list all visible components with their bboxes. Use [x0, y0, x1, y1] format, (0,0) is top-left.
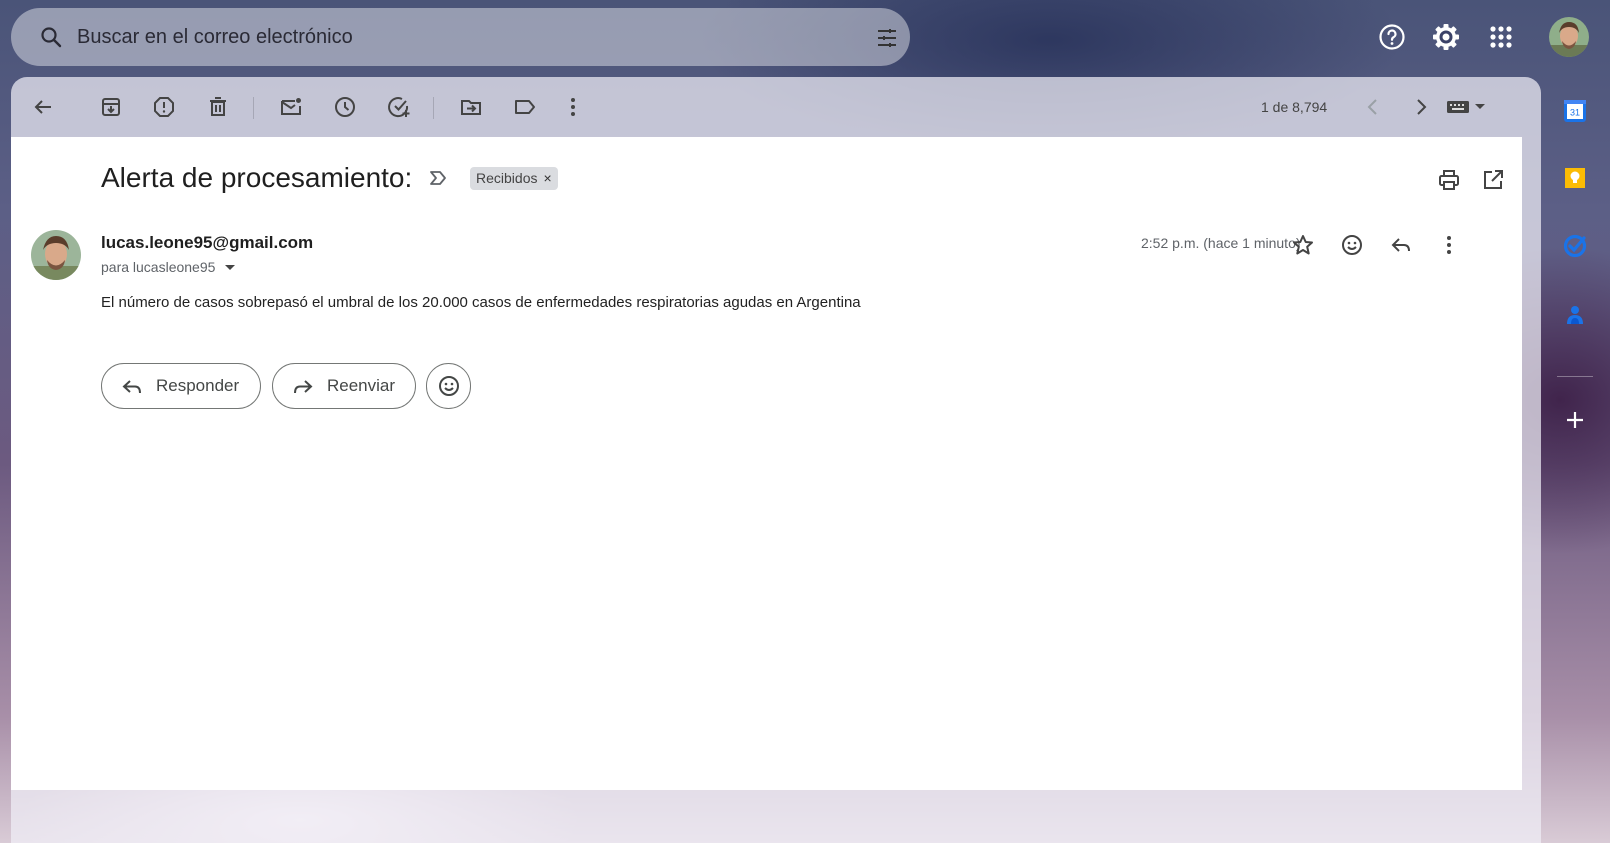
message-time: 2:52 p.m. (hace 1 minuto) [1141, 235, 1301, 251]
open-new-window-icon[interactable] [1481, 168, 1505, 192]
importance-marker-icon[interactable] [427, 167, 449, 189]
snooze-icon[interactable] [333, 95, 357, 119]
add-task-icon[interactable] [387, 95, 411, 119]
top-bar: Buscar en el correo electrónico [0, 0, 1610, 72]
search-input[interactable]: Buscar en el correo electrónico [77, 8, 353, 66]
account-avatar[interactable] [1549, 17, 1589, 57]
calendar-day: 31 [1570, 108, 1580, 118]
contacts-icon[interactable] [1562, 302, 1588, 328]
pager-count: 1 de 8,794 [1261, 99, 1328, 115]
mark-unread-icon[interactable] [279, 95, 303, 119]
dropdown-caret-icon[interactable] [225, 264, 236, 270]
move-to-icon[interactable] [459, 95, 483, 119]
mail-panel: 1 de 8,794 Alerta de procesamiento: Reci… [11, 77, 1541, 843]
reply-button-label: Responder [156, 376, 240, 395]
tasks-icon[interactable] [1562, 233, 1588, 259]
back-arrow-icon[interactable] [31, 95, 55, 119]
keyboard-icon[interactable] [1445, 95, 1493, 119]
settings-icon[interactable] [1431, 22, 1461, 52]
label-chip-text: Recibidos [476, 170, 538, 186]
emoji-icon [438, 376, 459, 396]
message-toolbar: 1 de 8,794 [11, 77, 1522, 137]
search-icon[interactable] [39, 25, 63, 49]
forward-icon [294, 380, 313, 394]
remove-label-button[interactable]: × [543, 167, 551, 190]
more-vert-icon[interactable] [1437, 233, 1461, 257]
chevron-right-icon[interactable] [1409, 95, 1433, 119]
sender-avatar[interactable] [31, 230, 81, 280]
toolbar-divider [253, 97, 254, 119]
search-bar[interactable]: Buscar en el correo electrónico [11, 8, 910, 66]
add-icon[interactable] [1562, 407, 1588, 433]
message-view: Alerta de procesamiento: Recibidos × luc… [11, 137, 1522, 790]
archive-icon[interactable] [99, 95, 123, 119]
avatar-photo-icon [31, 230, 81, 280]
help-icon[interactable] [1377, 22, 1407, 52]
apps-grid-icon[interactable] [1486, 22, 1516, 52]
emoji-reaction-icon[interactable] [1340, 233, 1364, 257]
more-vert-icon[interactable] [561, 95, 585, 119]
label-icon[interactable] [513, 95, 537, 119]
report-spam-icon[interactable] [152, 95, 176, 119]
side-panel: 31 [1541, 77, 1610, 843]
side-panel-divider [1557, 376, 1593, 377]
keep-icon[interactable] [1562, 165, 1588, 191]
recipient-details[interactable]: para lucasleone95 [101, 258, 236, 276]
reply-button[interactable]: Responder [101, 363, 261, 409]
delete-icon[interactable] [206, 95, 230, 119]
emoji-react-button[interactable] [426, 363, 471, 409]
chevron-left-icon[interactable] [1361, 95, 1385, 119]
calendar-icon[interactable]: 31 [1562, 98, 1588, 124]
sender-email[interactable]: lucas.leone95@gmail.com [101, 232, 313, 254]
toolbar-divider [433, 97, 434, 119]
print-icon[interactable] [1437, 168, 1461, 192]
label-chip-inbox: Recibidos × [470, 167, 558, 190]
email-body: El número de casos sobrepasó el umbral d… [101, 294, 861, 311]
star-icon[interactable] [1291, 233, 1315, 257]
reply-icon [122, 380, 141, 394]
avatar-photo-icon [1549, 17, 1589, 57]
forward-button[interactable]: Reenviar [272, 363, 416, 409]
email-subject: Alerta de procesamiento: [101, 162, 413, 193]
reply-icon[interactable] [1389, 233, 1413, 257]
tune-icon[interactable] [875, 26, 899, 50]
recipient-text: para lucasleone95 [101, 259, 216, 275]
forward-button-label: Reenviar [327, 376, 396, 395]
